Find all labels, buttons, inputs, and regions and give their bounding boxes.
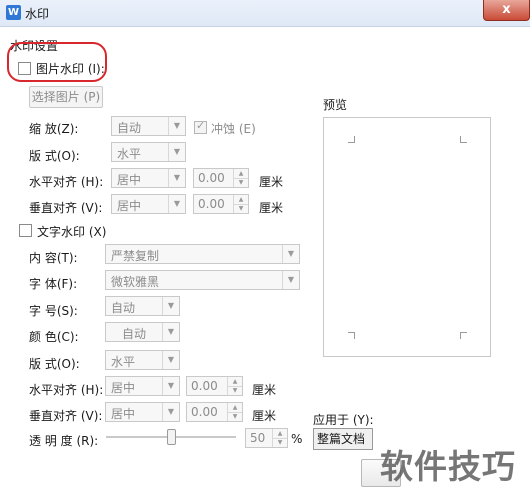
size-select[interactable]: 自动 ▼ (105, 296, 180, 316)
picture-valign-label: 垂直对齐 (V): (29, 201, 103, 215)
wps-app-icon: W (6, 5, 21, 20)
close-button[interactable]: x (483, 0, 530, 21)
chevron-down-icon: ▼ (162, 403, 179, 421)
text-valign-value: 居中 (111, 407, 136, 421)
preview-pane (323, 117, 491, 357)
washout-checkbox[interactable] (194, 119, 207, 134)
chevron-down-icon: ▼ (282, 245, 299, 263)
picture-halign-value: 居中 (117, 173, 142, 187)
transparency-value: 50 (250, 431, 266, 445)
color-value: 自动 (122, 327, 147, 341)
size-label: 字 号(S): (29, 304, 78, 318)
chevron-down-icon: ▼ (162, 297, 179, 315)
scale-select[interactable]: 自动 ▼ (111, 116, 186, 136)
picture-layout-label: 版 式(O): (29, 149, 80, 163)
text-valign-unit: 厘米 (252, 409, 277, 423)
picture-valign-offset[interactable]: 0.00 ▲ ▼ (193, 194, 249, 214)
content-value: 严禁复制 (111, 249, 160, 263)
font-label: 字 体(F): (29, 277, 78, 291)
chevron-down-icon: ▼ (168, 169, 185, 187)
text-watermark-checkbox[interactable] (19, 224, 32, 237)
chevron-down-icon: ▼ (282, 271, 299, 289)
content-label: 内 容(T): (29, 251, 78, 265)
preview-label: 预览 (323, 98, 348, 112)
picture-valign-unit: 厘米 (259, 201, 284, 215)
picture-halign-unit: 厘米 (259, 175, 284, 189)
washout-label: 冲蚀 (E) (211, 122, 256, 136)
apply-to-label: 应用于 (Y): (313, 413, 374, 427)
transparency-spinner[interactable]: 50 ▲ ▼ (245, 428, 288, 448)
chevron-down-icon: ▼ (168, 117, 185, 135)
margin-corner-top-right (460, 136, 467, 143)
color-select[interactable]: 自动 ▼ (105, 322, 180, 342)
scale-value: 自动 (117, 121, 142, 135)
chevron-down-icon: ▼ (168, 195, 185, 213)
spin-down-icon[interactable]: ▼ (272, 438, 287, 447)
apply-to-select[interactable]: 整篇文档 (313, 428, 373, 450)
size-value: 自动 (111, 301, 136, 315)
spin-down-icon[interactable]: ▼ (233, 178, 248, 187)
font-value: 微软雅黑 (111, 275, 160, 289)
text-valign-select[interactable]: 居中 ▼ (105, 402, 180, 422)
margin-corner-top-left (348, 136, 355, 143)
margin-corner-bottom-right (460, 332, 467, 339)
picture-halign-offset[interactable]: 0.00 ▲ ▼ (193, 168, 249, 188)
text-layout-select[interactable]: 水平 ▼ (105, 350, 180, 370)
picture-layout-value: 水平 (117, 147, 142, 161)
text-halign-unit: 厘米 (252, 383, 277, 397)
chevron-down-icon: ▼ (162, 377, 179, 395)
picture-valign-value: 居中 (117, 199, 142, 213)
text-layout-label: 版 式(O): (29, 357, 80, 371)
text-halign-value: 居中 (111, 381, 136, 395)
picture-valign-offset-value: 0.00 (198, 197, 225, 211)
content-select[interactable]: 严禁复制 ▼ (105, 244, 300, 264)
margin-corner-bottom-left (348, 332, 355, 339)
text-valign-label: 垂直对齐 (V): (29, 409, 103, 423)
select-picture-button[interactable]: 选择图片 (P) (29, 86, 103, 108)
picture-halign-select[interactable]: 居中 ▼ (111, 168, 186, 188)
chevron-down-icon: ▼ (168, 143, 185, 161)
title-bar: W 水印 x (0, 0, 530, 27)
text-halign-offset[interactable]: 0.00 ▲ ▼ (186, 376, 243, 396)
site-watermark: 软件技巧 (380, 447, 516, 486)
color-label: 颜 色(C): (29, 330, 79, 344)
spin-down-icon[interactable]: ▼ (227, 386, 242, 395)
spin-down-icon[interactable]: ▼ (233, 204, 248, 213)
scale-label: 缩 放(Z): (29, 122, 79, 136)
transparency-unit: % (291, 432, 303, 446)
transparency-label: 透 明 度 (R): (29, 434, 99, 448)
text-halign-label: 水平对齐 (H): (29, 383, 104, 397)
chevron-down-icon: ▼ (162, 323, 179, 341)
chevron-down-icon: ▼ (162, 351, 179, 369)
text-halign-offset-value: 0.00 (191, 379, 218, 393)
text-valign-offset[interactable]: 0.00 ▲ ▼ (186, 402, 243, 422)
text-layout-value: 水平 (111, 355, 136, 369)
text-watermark-label: 文字水印 (X) (37, 225, 107, 239)
transparency-slider-thumb[interactable] (167, 429, 176, 445)
font-select[interactable]: 微软雅黑 ▼ (105, 270, 300, 290)
dialog-title: 水印 (25, 7, 50, 21)
picture-layout-select[interactable]: 水平 ▼ (111, 142, 186, 162)
highlight-annotation (7, 42, 107, 82)
spin-down-icon[interactable]: ▼ (227, 412, 242, 421)
text-halign-select[interactable]: 居中 ▼ (105, 376, 180, 396)
picture-halign-offset-value: 0.00 (198, 171, 225, 185)
picture-halign-label: 水平对齐 (H): (29, 175, 104, 189)
picture-valign-select[interactable]: 居中 ▼ (111, 194, 186, 214)
text-valign-offset-value: 0.00 (191, 405, 218, 419)
